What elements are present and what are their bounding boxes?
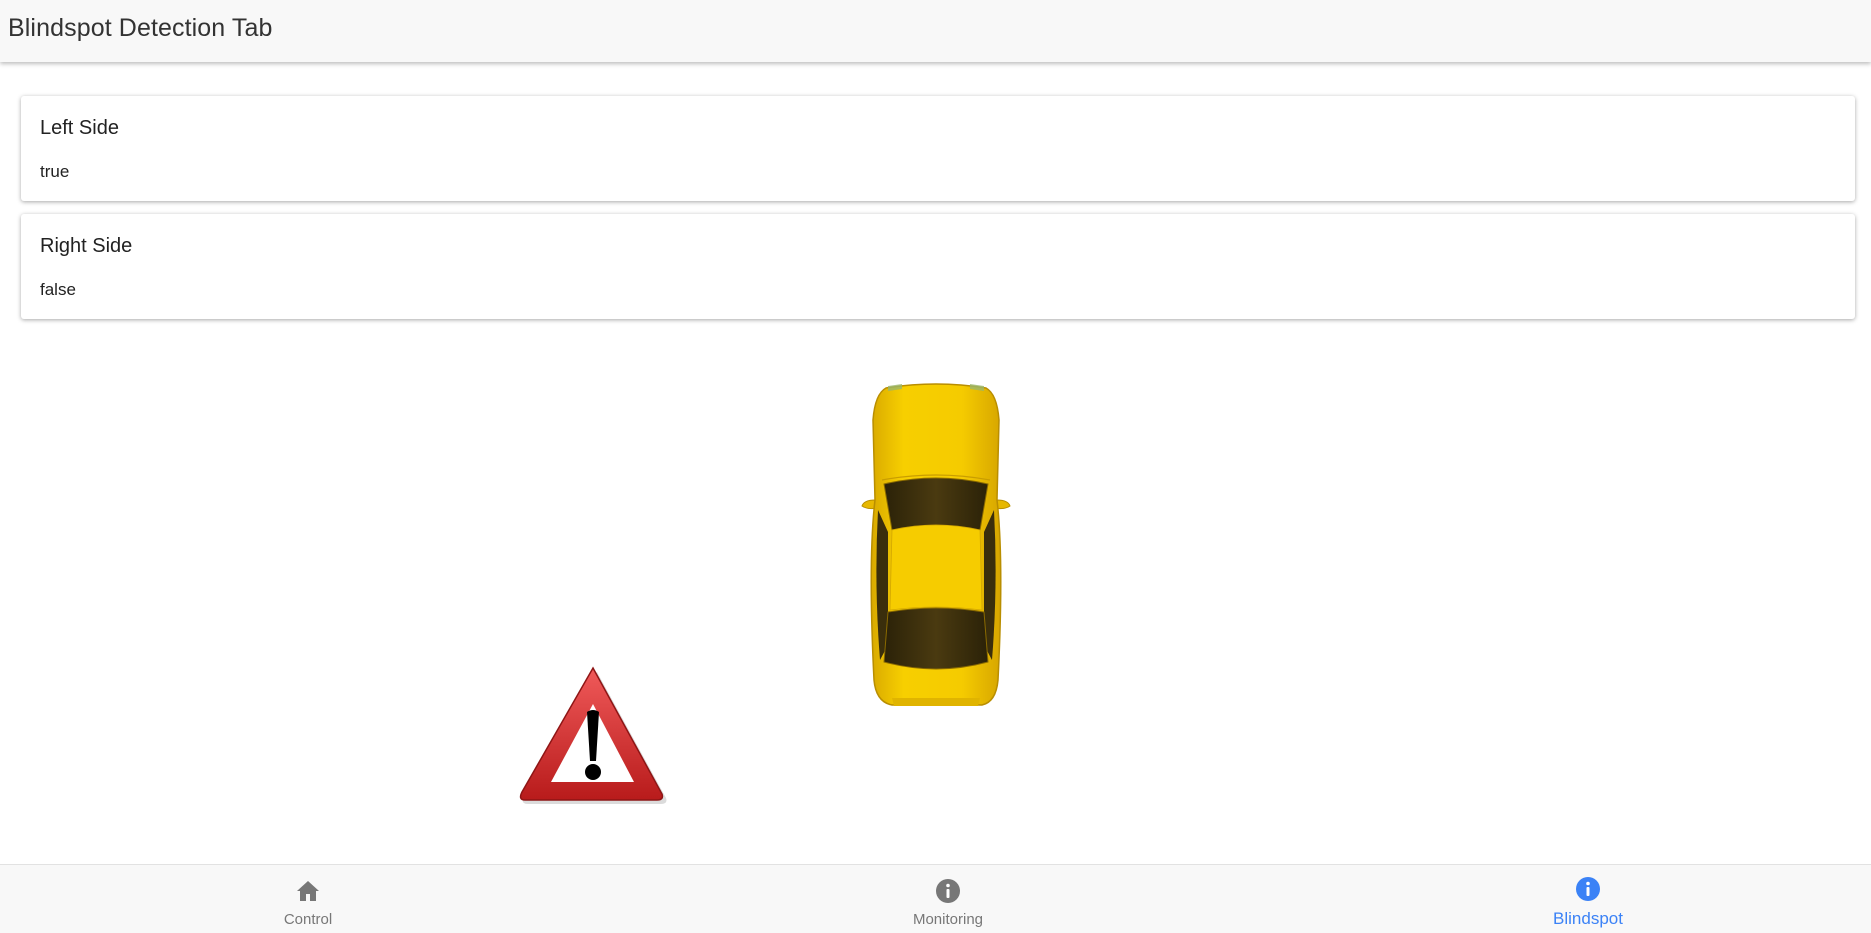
right-side-card: Right Side false (21, 214, 1855, 319)
tab-control[interactable]: Control (158, 865, 458, 933)
left-side-card: Left Side true (21, 96, 1855, 201)
page-title: Blindspot Detection Tab (8, 14, 273, 42)
left-side-value: true (40, 162, 70, 181)
warning-triangle-icon (519, 666, 667, 804)
tab-control-label: Control (283, 911, 333, 928)
tab-monitoring-label: Monitoring (912, 911, 984, 928)
blindspot-content: Left Side true Right Side false (0, 62, 1871, 864)
app-header: Blindspot Detection Tab (0, 0, 1871, 62)
tab-blindspot-label: Blindspot (1553, 909, 1623, 928)
right-side-title: Right Side (40, 235, 133, 257)
car-top-view-icon (861, 383, 1011, 706)
tab-monitoring[interactable]: Monitoring (798, 865, 1098, 933)
info-icon (936, 879, 960, 903)
right-side-value: false (40, 280, 76, 299)
home-icon (297, 881, 319, 901)
tab-blindspot[interactable]: Blindspot (1438, 865, 1738, 933)
info-icon (1576, 877, 1600, 901)
left-side-title: Left Side (40, 117, 119, 139)
bottom-tab-bar: Control Monitoring Blindspot (0, 864, 1871, 933)
